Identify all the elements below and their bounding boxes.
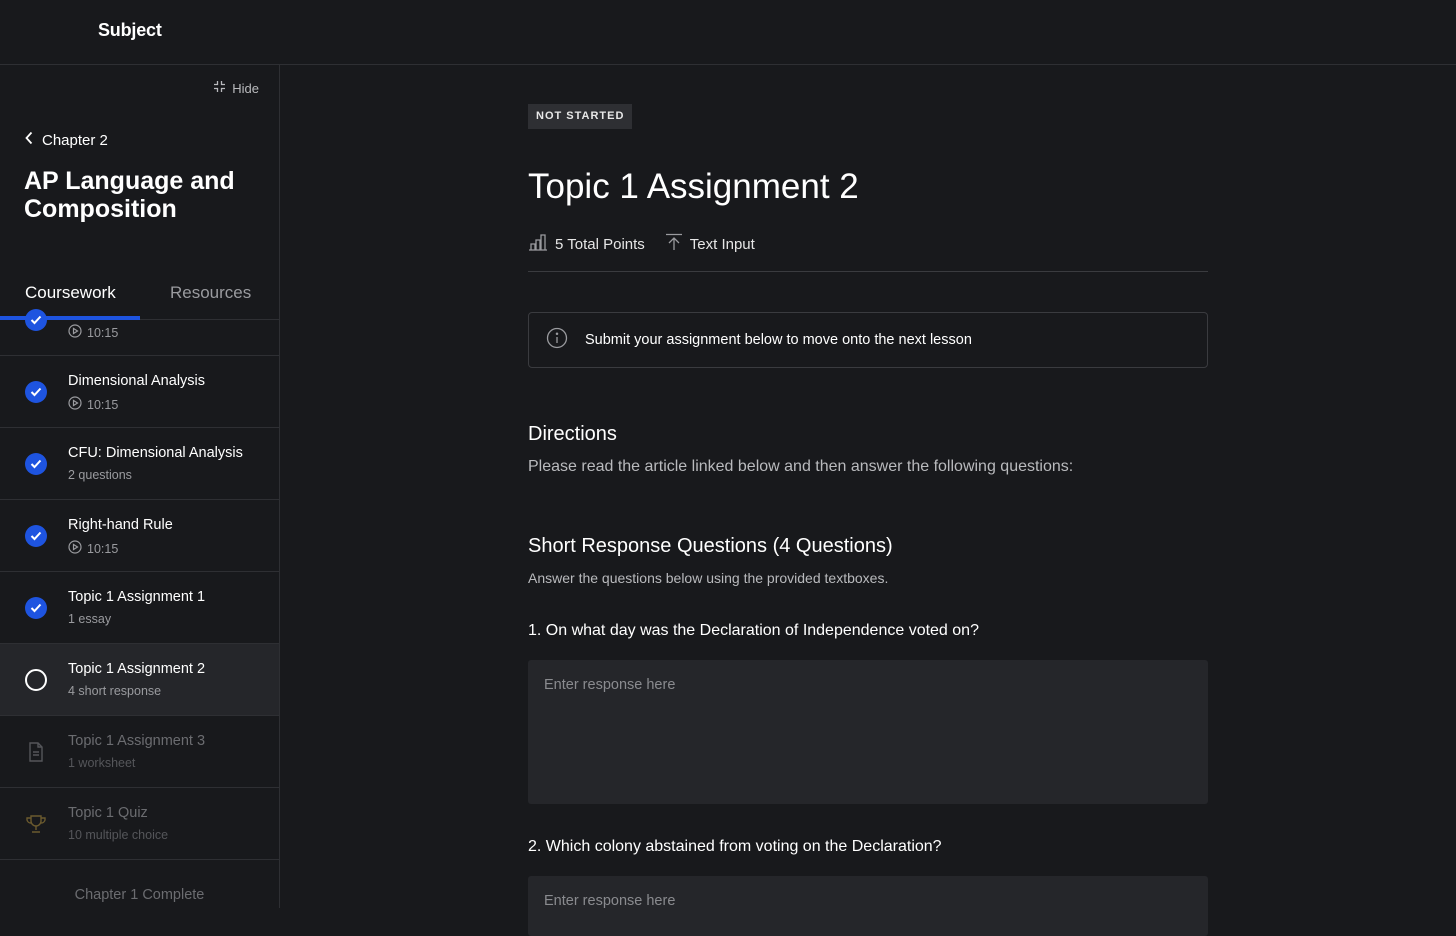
play-icon <box>68 324 82 341</box>
back-label: Chapter 2 <box>42 131 108 149</box>
list-item[interactable]: Dimensional Analysis 10:15 <box>0 356 279 428</box>
play-icon <box>68 540 82 557</box>
item-title: Topic 1 Assignment 3 <box>68 733 206 749</box>
tab-resources[interactable]: Resources <box>170 283 251 303</box>
item-subtitle: 4 short response <box>68 684 162 698</box>
upload-icon <box>665 233 683 255</box>
coursework-list: 10:15 Dimensional Analysis 10:15 CFU: Di… <box>0 309 279 860</box>
document-icon <box>25 741 47 763</box>
complete-check-icon <box>25 597 47 619</box>
item-title: Right-hand Rule <box>68 517 173 533</box>
question-2-text: 2. Which colony abstained from voting on… <box>528 838 942 855</box>
incomplete-circle-icon <box>25 669 47 691</box>
play-icon <box>68 396 82 413</box>
complete-check-icon <box>25 381 47 403</box>
chapter-complete-label: Chapter 1 Complete <box>74 887 205 903</box>
submission-type-label: Text Input <box>689 235 755 253</box>
list-item-locked[interactable]: Topic 1 Assignment 3 1 worksheet <box>0 716 279 788</box>
list-item[interactable]: Right-hand Rule 10:15 <box>0 500 279 572</box>
complete-check-icon <box>25 309 47 331</box>
complete-check-icon <box>25 453 47 475</box>
info-icon <box>546 327 568 353</box>
item-title: Topic 1 Quiz <box>68 805 148 821</box>
hide-sidebar-button[interactable]: Hide <box>213 80 259 96</box>
chevron-left-icon <box>24 131 34 149</box>
trophy-icon <box>25 813 47 835</box>
assignment-meta: 5 Total Points Text Input <box>528 233 755 255</box>
sidebar: Hide Chapter 2 AP Language and Compositi… <box>0 65 280 908</box>
bar-chart-icon <box>528 233 548 255</box>
short-response-subtitle: Answer the questions below using the pro… <box>528 570 889 586</box>
notice-text: Submit your assignment below to move ont… <box>585 332 972 348</box>
item-subtitle: 2 questions <box>68 468 132 482</box>
item-subtitle: 1 essay <box>68 612 112 626</box>
item-title: Dimensional Analysis <box>68 373 206 389</box>
item-duration: 10:15 <box>87 325 119 340</box>
list-item-locked[interactable]: Topic 1 Quiz 10 multiple choice <box>0 788 279 860</box>
complete-check-icon <box>25 525 47 547</box>
question-2-response-field[interactable] <box>528 876 1208 936</box>
list-item[interactable]: Topic 1 Assignment 1 1 essay <box>0 572 279 644</box>
tab-coursework[interactable]: Coursework <box>25 283 116 303</box>
question-1-response-field[interactable] <box>528 660 1208 804</box>
list-item[interactable]: CFU: Dimensional Analysis 2 questions <box>0 428 279 500</box>
course-title: AP Language and Composition <box>24 167 235 223</box>
info-notice: Submit your assignment below to move ont… <box>528 312 1208 368</box>
short-response-heading: Short Response Questions (4 Questions) <box>528 535 893 557</box>
top-bar: Subject <box>0 0 1456 65</box>
item-duration: 10:15 <box>87 541 119 556</box>
item-subtitle: 1 worksheet <box>68 756 136 770</box>
question-1-text: 1. On what day was the Declaration of In… <box>528 622 979 639</box>
item-title: CFU: Dimensional Analysis <box>68 445 243 461</box>
directions-text: Please read the article linked below and… <box>528 458 1074 475</box>
item-subtitle: 10 multiple choice <box>68 828 169 842</box>
divider <box>528 271 1208 272</box>
points-label: 5 Total Points <box>555 235 645 253</box>
back-to-chapter-link[interactable]: Chapter 2 <box>24 131 108 149</box>
hide-label: Hide <box>232 80 259 96</box>
item-duration: 10:15 <box>87 397 119 412</box>
status-badge: NOT STARTED <box>528 104 633 129</box>
page-title: Topic 1 Assignment 2 <box>528 167 859 206</box>
item-title: Topic 1 Assignment 1 <box>68 589 206 605</box>
collapse-icon <box>213 80 226 96</box>
directions-heading: Directions <box>528 423 617 445</box>
brand-title[interactable]: Subject <box>98 20 162 41</box>
list-item-current[interactable]: Topic 1 Assignment 2 4 short response <box>0 644 279 716</box>
list-item[interactable]: 10:15 <box>0 309 279 356</box>
item-title: Topic 1 Assignment 2 <box>68 661 206 677</box>
